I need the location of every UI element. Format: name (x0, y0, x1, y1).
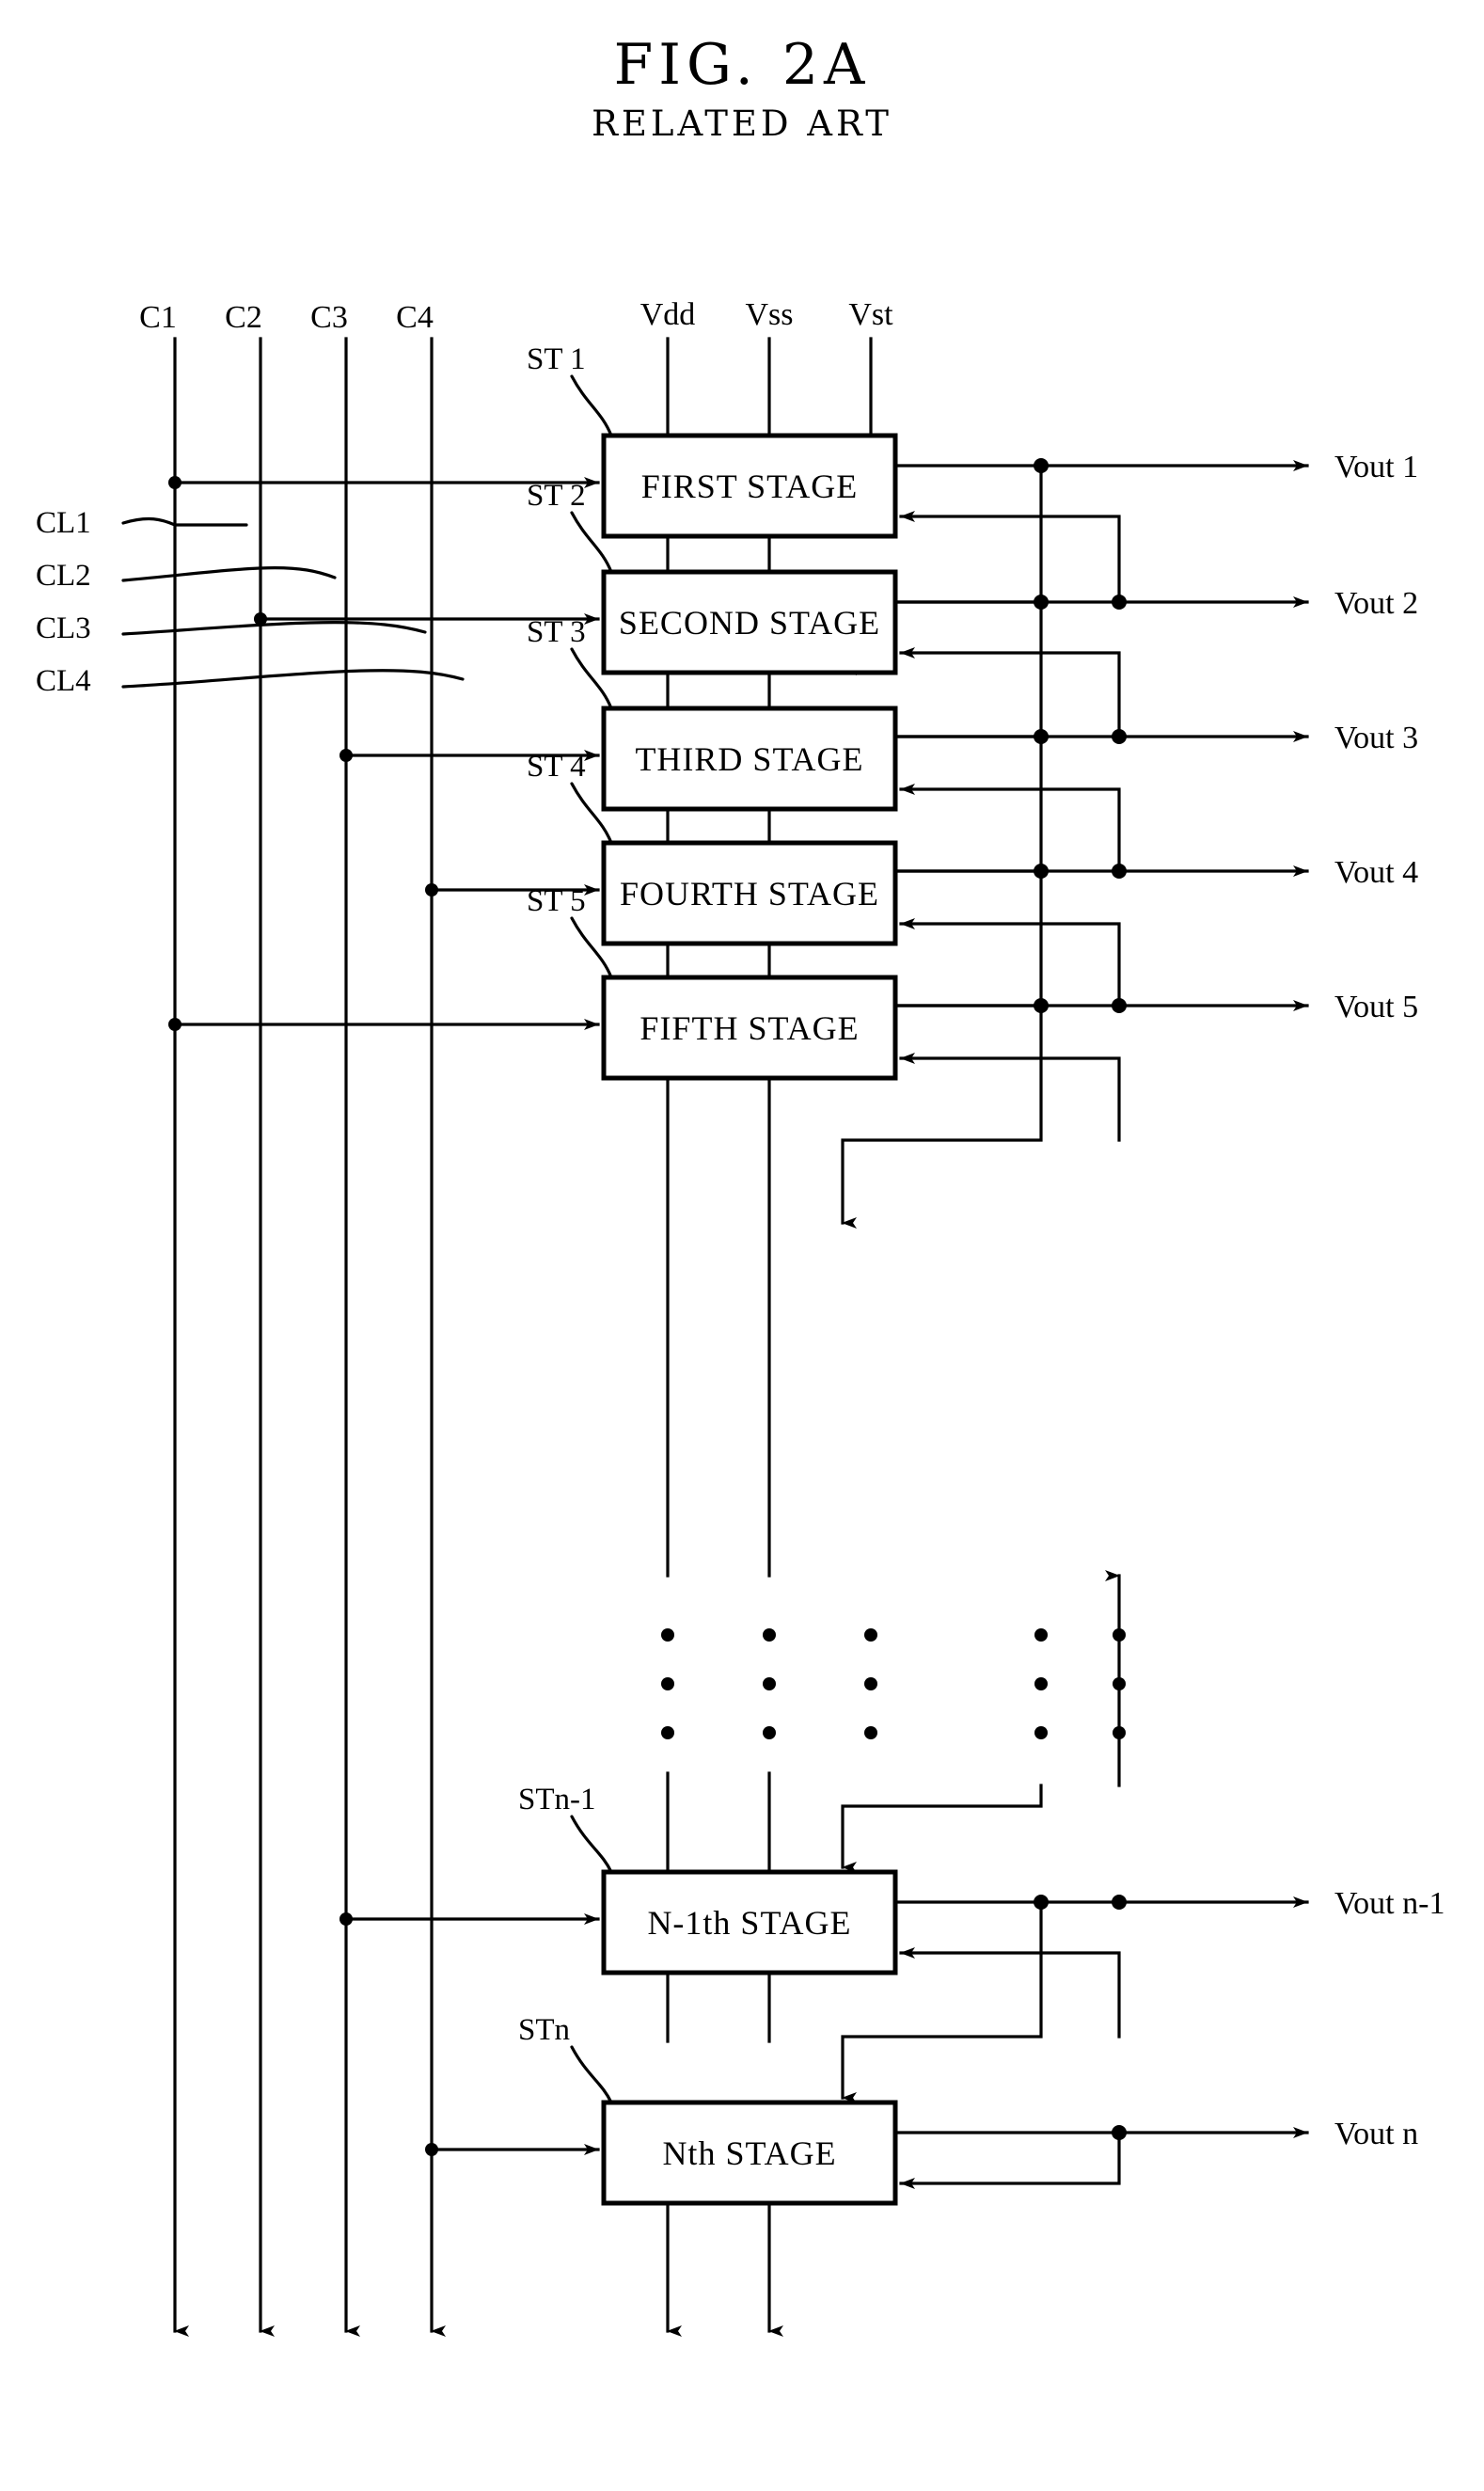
output-label-1: Vout 1 (1334, 450, 1418, 484)
ellipsis-dot (763, 1726, 776, 1739)
reset-line-2-to-1 (899, 511, 1121, 604)
ellipsis-dots (661, 1628, 1126, 1739)
reset-line-n-to-n-1 (899, 1947, 1121, 2039)
clock-rail-top-labels: C1 C2 C3 C4 (139, 300, 434, 335)
stage-tag-1: ST 1 (527, 342, 586, 376)
reset-line-3-to-2 (899, 647, 1121, 738)
stage-label-5: FIFTH STAGE (639, 1009, 859, 1047)
output-label-4: Vout 4 (1334, 855, 1418, 890)
stage-tag-3: ST 3 (527, 615, 586, 649)
rail-label-vdd: Vdd (640, 297, 696, 332)
reset-line-into-n (899, 2131, 1121, 2189)
cl-label-3: CL3 (36, 611, 91, 645)
stage-label-4: FOURTH STAGE (620, 875, 879, 912)
ellipsis-dot (1034, 1628, 1048, 1642)
junction-out2-reset (1112, 595, 1127, 610)
stage-block-n-1[interactable]: N-1th STAGE (601, 1869, 898, 1975)
output-label-2: Vout 2 (1334, 586, 1418, 621)
stage-tag-n: STn (518, 2013, 570, 2047)
stage-block-n[interactable]: Nth STAGE (601, 2100, 898, 2206)
output-label-3: Vout 3 (1334, 721, 1418, 755)
junction-c3-stage-n-1 (339, 1912, 353, 1926)
ellipsis-dot (864, 1677, 877, 1690)
stage-label-n-1: N-1th STAGE (647, 1904, 851, 1942)
junction-c3-stage3 (339, 749, 353, 762)
rail-label-vss: Vss (745, 297, 793, 332)
carry-line-into-n-1 (841, 1784, 1043, 1873)
ellipsis-dot (864, 1726, 877, 1739)
cl-leader-2 (121, 566, 337, 582)
reset-line-4-to-3 (899, 784, 1121, 873)
rail-label-c1: C1 (139, 300, 177, 335)
stage-tag-leader-1 (570, 374, 613, 437)
rail-label-c4: C4 (396, 300, 434, 335)
block-diagram-schematic: C1 C2 C3 C4 Vdd Vss Vst FIRST STAGE ST 1… (36, 297, 1445, 2337)
stage-block-5[interactable]: FIFTH STAGE (601, 975, 898, 1081)
ellipsis-dot (864, 1628, 877, 1642)
junction-c4-stage-n (425, 2143, 438, 2156)
stage-label-1: FIRST STAGE (641, 468, 859, 505)
rail-label-c2: C2 (225, 300, 262, 335)
figure-page: FIG. 2A RELATED ART C1 C2 C3 C4 Vdd Vss … (0, 0, 1484, 2491)
ellipsis-dot (1034, 1677, 1048, 1690)
stage-tag-n-1: STn-1 (518, 1783, 596, 1817)
stage-tag-2: ST 2 (527, 479, 586, 513)
junction-outn1-reset (1112, 1895, 1127, 1910)
stage-label-3: THIRD STAGE (635, 740, 863, 778)
junction-c1-stage5 (168, 1018, 182, 1031)
ellipsis-dot (661, 1726, 674, 1739)
junction-c1-stage1 (168, 476, 182, 489)
stage-block-4[interactable]: FOURTH STAGE (601, 840, 898, 946)
cl-label-2: CL2 (36, 559, 91, 593)
ellipsis-dot (1034, 1726, 1048, 1739)
stage-label-n: Nth STAGE (662, 2134, 836, 2172)
clock-rail-lines (173, 337, 446, 2337)
cl-leader-1 (121, 516, 248, 527)
junction-out3-reset (1112, 729, 1127, 744)
stage-label-2: SECOND STAGE (619, 604, 880, 642)
output-label-5: Vout 5 (1334, 990, 1418, 1024)
cl-label-1: CL1 (36, 506, 91, 540)
reset-line-5-to-4 (899, 918, 1121, 1008)
stage-tag-leader-n-1 (570, 1815, 613, 1874)
stage-tag-5: ST 5 (527, 884, 586, 918)
cl-label-4: CL4 (36, 664, 91, 698)
clock-line-side-labels: CL1 CL2 CL3 CL4 (36, 506, 465, 698)
stage-tag-4: ST 4 (527, 750, 586, 784)
output-label-n: Vout n (1334, 2117, 1418, 2151)
ellipsis-dot (661, 1628, 674, 1642)
ellipsis-dot (661, 1677, 674, 1690)
junction-out5-reset (1112, 998, 1127, 1013)
stage-block-1[interactable]: FIRST STAGE (601, 433, 898, 539)
ellipsis-dot (763, 1628, 776, 1642)
stage-block-2[interactable]: SECOND STAGE (601, 569, 898, 675)
rail-label-vst: Vst (848, 297, 893, 332)
output-label-n-1: Vout n-1 (1334, 1886, 1445, 1921)
junction-c4-stage4 (425, 883, 438, 896)
power-rail-top-labels: Vdd Vss Vst (640, 297, 893, 332)
junction-out4-reset (1112, 864, 1127, 879)
rail-label-c3: C3 (310, 300, 348, 335)
stage-tag-leader-n (570, 2045, 613, 2104)
reset-line-next-to-5 (899, 1053, 1121, 1142)
ellipsis-dot (763, 1677, 776, 1690)
stage-block-3[interactable]: THIRD STAGE (601, 706, 898, 812)
cl-leader-3 (121, 621, 427, 636)
